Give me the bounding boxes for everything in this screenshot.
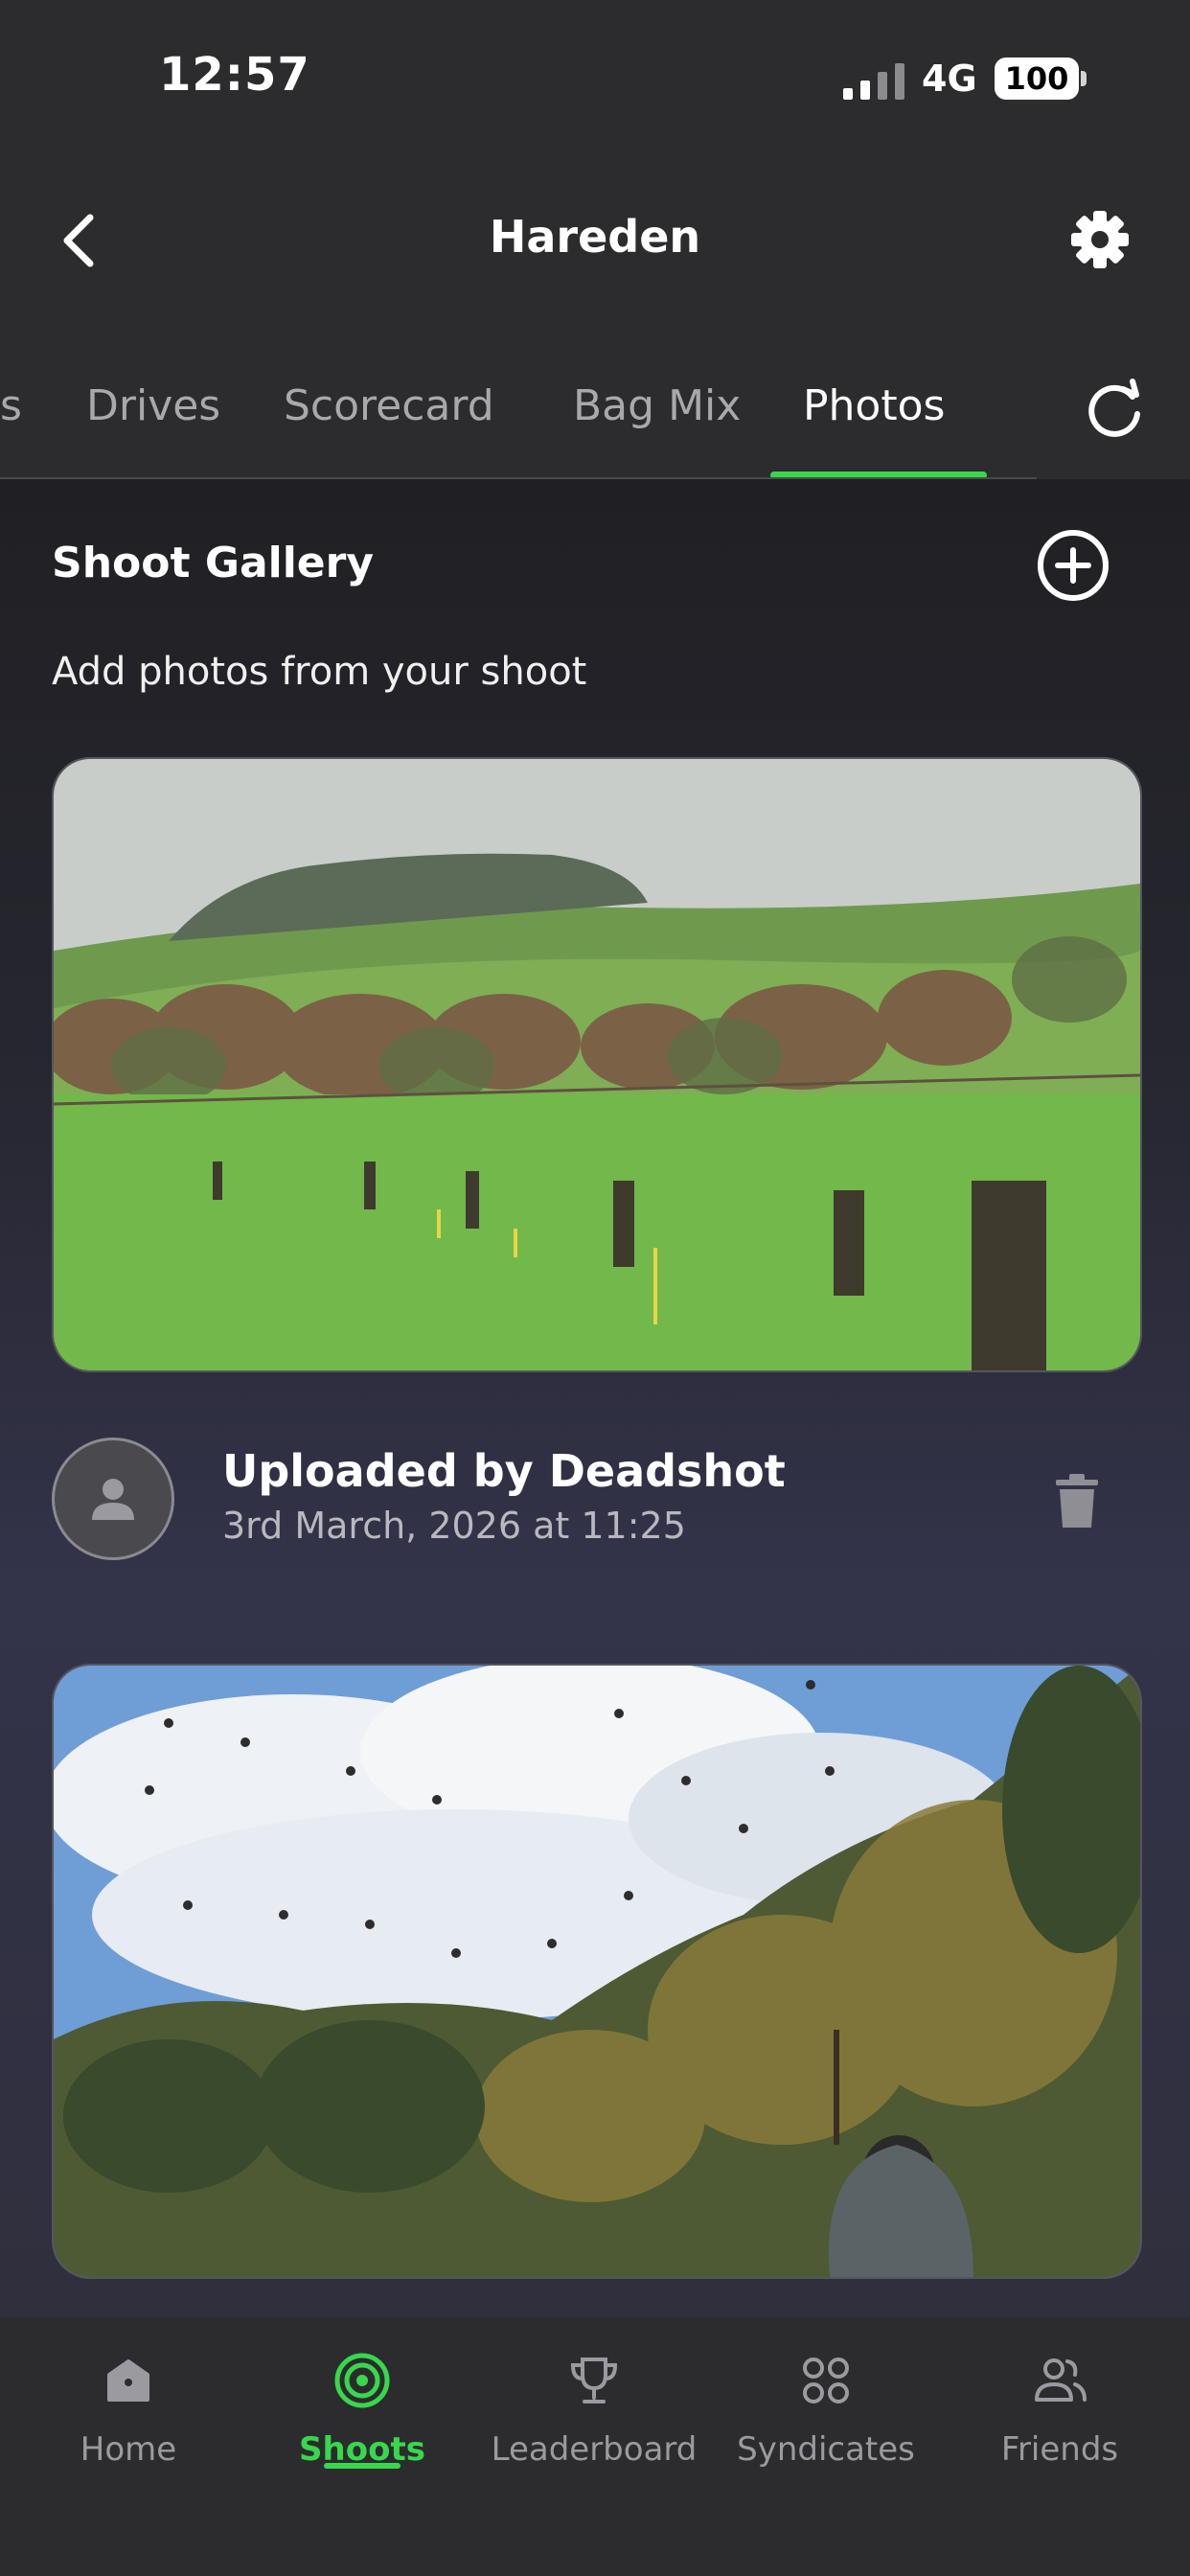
photo-uploader-info: Uploaded by Deadshot 3rd March, 2026 at … xyxy=(52,1432,1138,1566)
avatar[interactable] xyxy=(52,1438,174,1560)
bottom-nav: Home Shoots Leaderboard Syndicates Frien… xyxy=(0,2317,1190,2576)
target-icon xyxy=(334,2353,390,2408)
plus-circle-icon[interactable] xyxy=(1035,527,1111,604)
nav-friends-label: Friends xyxy=(1000,2430,1119,2469)
uploader-name: Uploaded by Deadshot xyxy=(222,1445,786,1497)
nav-bar: Hareden xyxy=(0,163,1190,316)
trophy-icon xyxy=(570,2358,618,2404)
nav-shoots[interactable]: Shoots xyxy=(247,2352,477,2515)
gallery-photo[interactable] xyxy=(52,1664,1142,2279)
tab-leaderboard-partial[interactable]: s xyxy=(0,381,22,430)
battery-icon: 100 xyxy=(995,58,1079,100)
upload-date: 3rd March, 2026 at 11:25 xyxy=(222,1505,686,1547)
nav-leaderboard[interactable]: Leaderboard xyxy=(479,2352,709,2515)
battery-level: 100 xyxy=(1004,60,1069,97)
nav-syndicates[interactable]: Syndicates xyxy=(711,2352,941,2515)
tab-scorecard[interactable]: Scorecard xyxy=(284,381,494,430)
grid-icon xyxy=(803,2358,849,2404)
field-shooters-image xyxy=(54,759,1140,1370)
nav-home[interactable]: Home xyxy=(13,2352,243,2515)
tab-photos[interactable]: Photos xyxy=(803,381,945,430)
status-bar: 12:57 4G 100 xyxy=(0,0,1190,163)
nav-friends[interactable]: Friends xyxy=(945,2352,1175,2515)
gear-icon[interactable] xyxy=(1065,205,1134,274)
battery-tip xyxy=(1081,71,1087,86)
trash-icon[interactable] xyxy=(1048,1470,1106,1531)
status-time: 12:57 xyxy=(159,48,310,102)
user-icon xyxy=(92,1479,134,1520)
tab-bag-mix[interactable]: Bag Mix xyxy=(573,381,741,430)
users-icon xyxy=(1035,2358,1087,2402)
sky-birds-image xyxy=(54,1666,1140,2277)
active-nav-indicator xyxy=(324,2463,400,2469)
nav-syndicates-label: Syndicates xyxy=(737,2430,915,2469)
gallery-subtitle: Add photos from your shoot xyxy=(52,650,587,694)
tab-bar: s Drives Scorecard Bag Mix Photos xyxy=(0,316,1190,479)
tab-drives[interactable]: Drives xyxy=(86,381,220,430)
nav-leaderboard-label: Leaderboard xyxy=(491,2430,698,2469)
gallery-title: Shoot Gallery xyxy=(52,539,375,587)
signal-icon xyxy=(843,63,904,100)
refresh-icon[interactable] xyxy=(1081,376,1148,443)
home-icon xyxy=(107,2359,149,2402)
network-label: 4G xyxy=(922,58,977,100)
gallery-photo[interactable] xyxy=(52,757,1142,1372)
gallery-content[interactable]: Shoot Gallery Add photos from your shoot xyxy=(0,479,1190,2317)
page-title: Hareden xyxy=(489,211,701,263)
nav-home-label: Home xyxy=(80,2430,177,2469)
